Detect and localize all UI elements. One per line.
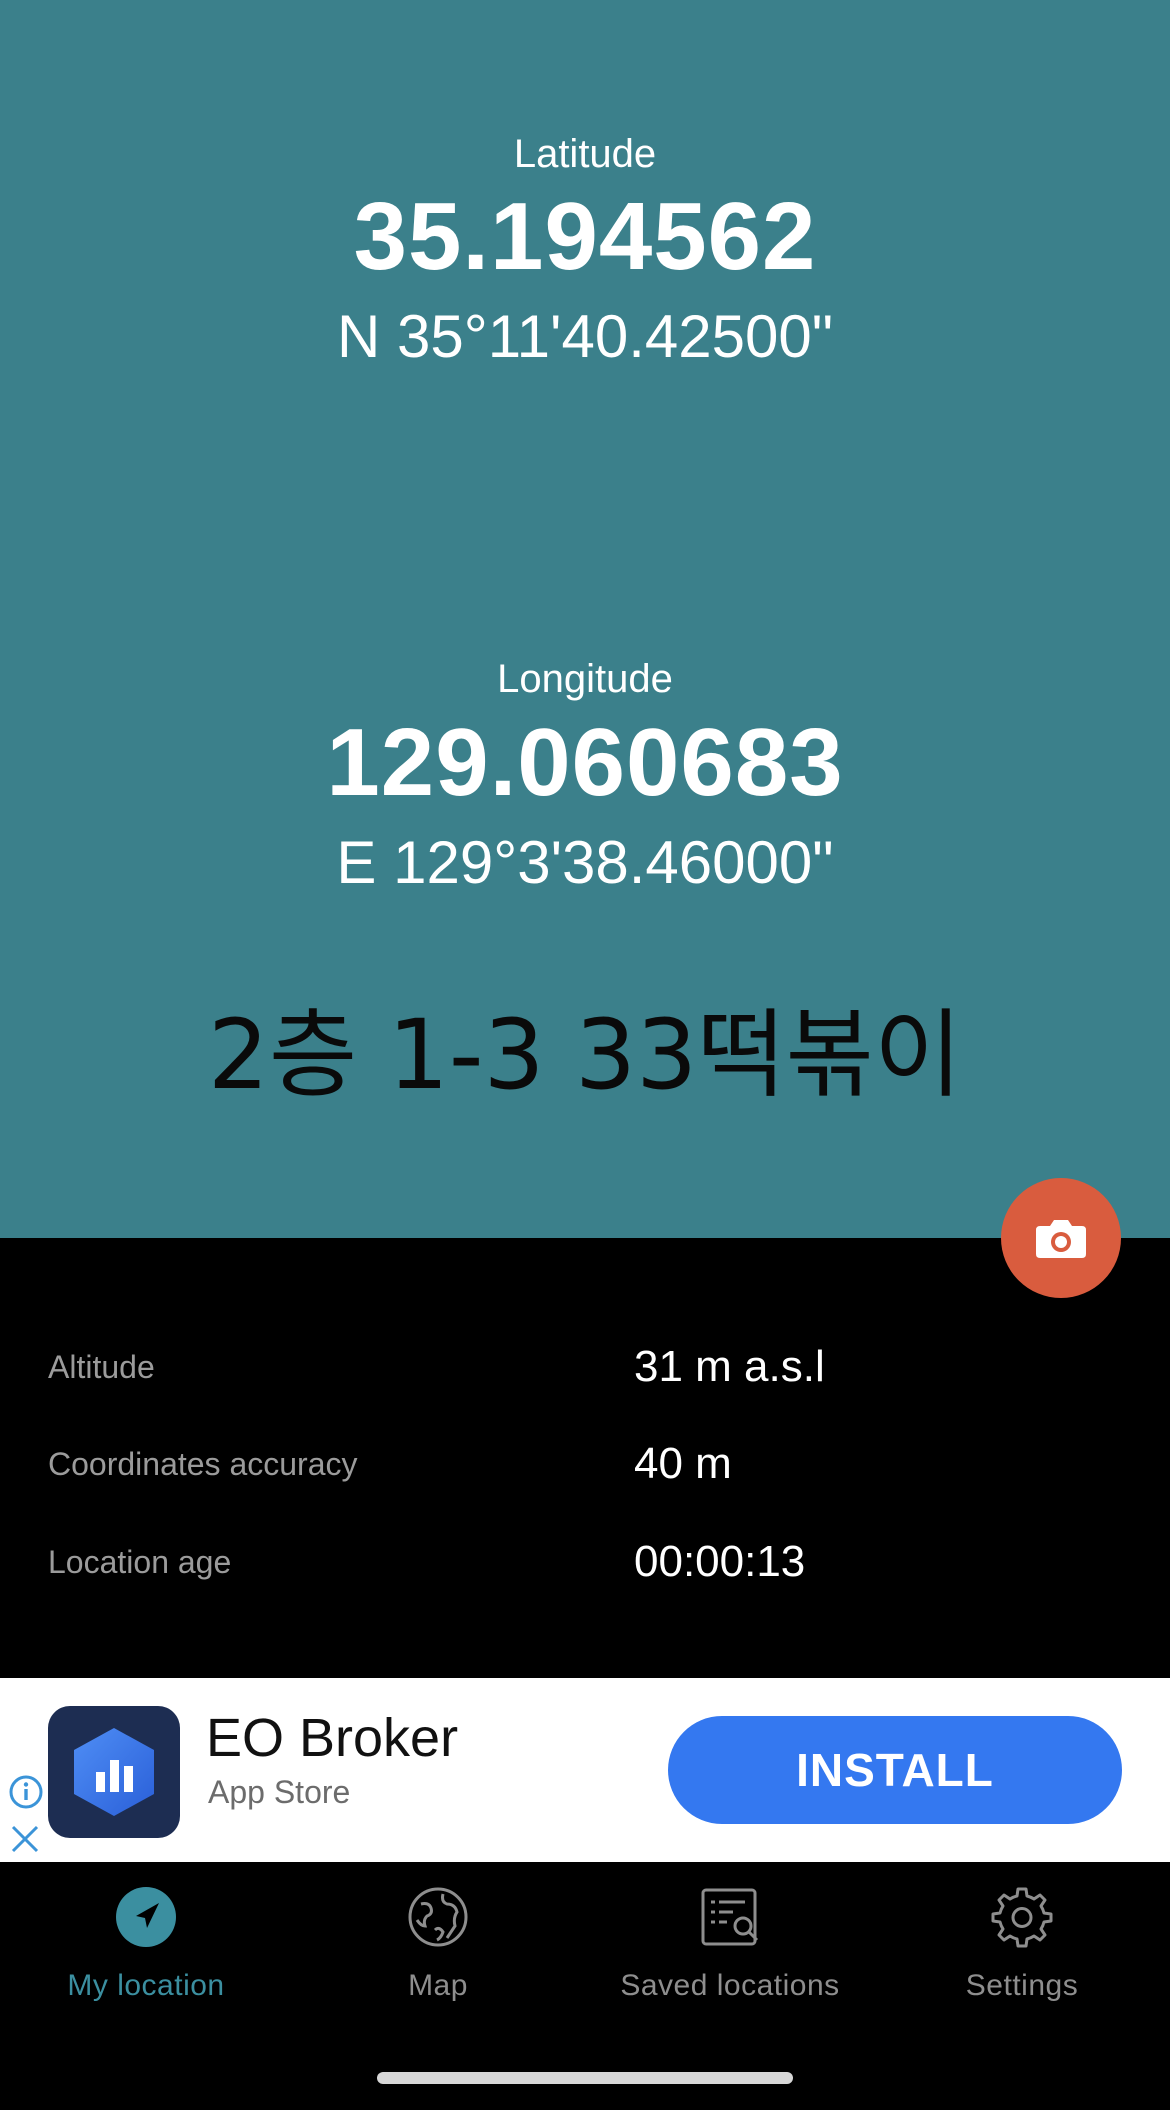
tab-label: My location bbox=[67, 1969, 225, 2002]
home-indicator bbox=[377, 2072, 793, 2084]
tab-map[interactable]: Map bbox=[292, 1862, 584, 2022]
ad-store-label: App Store bbox=[208, 1774, 351, 1810]
bar-chart-hexagon-icon bbox=[74, 1728, 154, 1816]
ad-banner[interactable]: EO Broker App Store INSTALL bbox=[0, 1678, 1170, 1862]
detail-row-altitude: Altitude 31 m a.s.l bbox=[0, 1332, 1170, 1402]
globe-icon bbox=[408, 1887, 468, 1947]
tab-label: Settings bbox=[965, 1969, 1079, 2002]
tab-my-location[interactable]: My location bbox=[0, 1862, 292, 2022]
tab-icon-wrap bbox=[876, 1886, 1168, 1956]
location-panel: Latitude 35.194562 N 35°11'40.42500" Lon… bbox=[0, 0, 1170, 1238]
latitude-decimal: 35.194562 bbox=[353, 183, 817, 290]
ad-close-icon[interactable] bbox=[10, 1824, 40, 1854]
tab-icon-wrap bbox=[292, 1886, 584, 1956]
tab-label: Map bbox=[408, 1969, 468, 2002]
longitude-label: Longitude bbox=[497, 657, 673, 701]
altitude-value: 31 m a.s.l bbox=[634, 1342, 825, 1391]
saved-list-search-icon bbox=[701, 1888, 759, 1946]
ad-info-icon[interactable] bbox=[8, 1774, 44, 1810]
gear-icon bbox=[991, 1887, 1053, 1948]
latitude-dms: N 35°11'40.42500" bbox=[336, 303, 834, 370]
camera-button[interactable] bbox=[1001, 1178, 1121, 1298]
ad-app-icon[interactable] bbox=[48, 1706, 180, 1838]
location-age-value: 00:00:13 bbox=[634, 1537, 806, 1586]
longitude-decimal: 129.060683 bbox=[326, 709, 844, 816]
tab-settings[interactable]: Settings bbox=[876, 1862, 1168, 2022]
detail-row-location-age: Location age 00:00:13 bbox=[0, 1527, 1170, 1597]
tab-saved-locations[interactable]: Saved locations bbox=[584, 1862, 876, 2022]
detail-row-accuracy: Coordinates accuracy 40 m bbox=[0, 1429, 1170, 1499]
altitude-label: Altitude bbox=[48, 1349, 155, 1385]
accuracy-value: 40 m bbox=[634, 1439, 732, 1488]
ad-app-name[interactable]: EO Broker bbox=[206, 1706, 458, 1770]
longitude-dms: E 129°3'38.46000" bbox=[336, 829, 834, 896]
location-age-label: Location age bbox=[48, 1544, 232, 1580]
tab-label: Saved locations bbox=[620, 1969, 840, 2002]
camera-icon bbox=[1036, 1220, 1086, 1258]
latitude-label: Latitude bbox=[513, 132, 657, 176]
tab-icon-wrap bbox=[584, 1886, 876, 1956]
address-text: 2층 1-3 33떡볶이 bbox=[207, 999, 963, 1111]
install-button[interactable]: INSTALL bbox=[668, 1716, 1122, 1824]
tab-icon-wrap bbox=[0, 1886, 292, 1956]
navigation-arrow-icon bbox=[116, 1887, 176, 1947]
accuracy-label: Coordinates accuracy bbox=[48, 1446, 358, 1482]
